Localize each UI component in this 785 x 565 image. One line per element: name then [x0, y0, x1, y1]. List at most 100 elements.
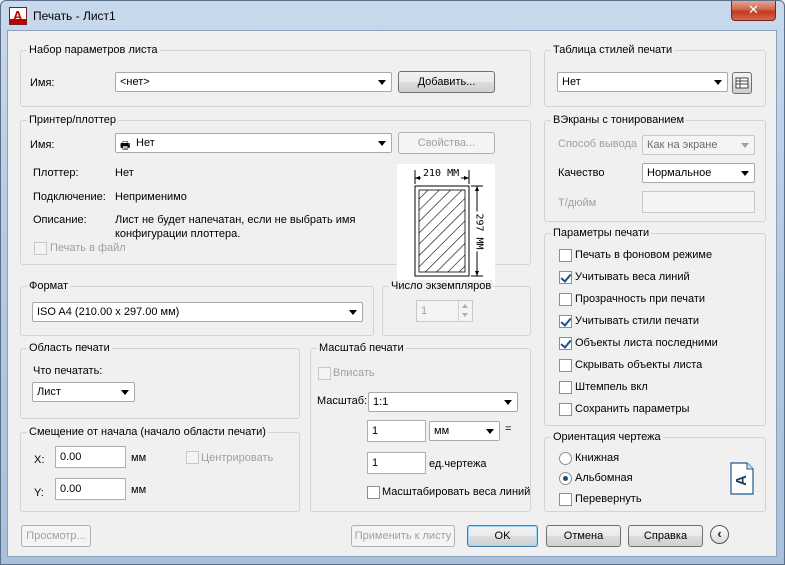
- spin-down-icon: [462, 313, 468, 317]
- landscape-label: Альбомная: [575, 472, 633, 484]
- scale-lineweights-label: Масштабировать веса линий: [382, 486, 531, 498]
- plot-option-checkbox[interactable]: [559, 249, 572, 262]
- close-icon: ✕: [748, 2, 759, 17]
- chevron-down-icon: [738, 166, 752, 180]
- landscape-radio[interactable]: [559, 472, 572, 485]
- scale-value1-input[interactable]: 1: [367, 420, 426, 442]
- scale-value2-input[interactable]: 1: [367, 452, 426, 474]
- shade-plot-label: Способ вывода: [558, 138, 637, 150]
- preview-button[interactable]: Просмотр...: [21, 525, 91, 547]
- offset-y-unit: мм: [131, 484, 147, 496]
- plot-option-checkbox[interactable]: [559, 381, 572, 394]
- window-title: Печать - Лист1: [33, 9, 116, 23]
- scale-unit-select[interactable]: мм: [429, 421, 500, 441]
- plot-scale-legend: Масштаб печати: [317, 342, 406, 354]
- plot-option-checkbox[interactable]: [559, 271, 572, 284]
- spin-up-icon: [462, 304, 468, 308]
- plot-option-checkbox[interactable]: [559, 293, 572, 306]
- fit-to-paper-checkbox[interactable]: [318, 367, 331, 380]
- upside-down-checkbox[interactable]: [559, 493, 572, 506]
- center-plot-label: Центрировать: [201, 452, 274, 464]
- edit-table-icon: [735, 77, 749, 89]
- dpi-input[interactable]: [642, 191, 755, 213]
- ok-button[interactable]: OK: [467, 525, 538, 547]
- shade-plot-select[interactable]: Как на экране: [642, 135, 755, 155]
- cancel-button[interactable]: Отмена: [546, 525, 621, 547]
- quality-label: Качество: [558, 167, 605, 179]
- plot-options-legend: Параметры печати: [551, 227, 652, 239]
- plotter-label: Плоттер:: [33, 167, 79, 179]
- orientation-legend: Ориентация чертежа: [551, 431, 663, 443]
- print-to-file-checkbox[interactable]: [34, 242, 47, 255]
- chevron-down-icon: [118, 385, 132, 399]
- portrait-radio[interactable]: [559, 452, 572, 465]
- portrait-label: Книжная: [575, 452, 620, 464]
- close-button[interactable]: ✕: [731, 1, 776, 21]
- plot-options-group: Параметры печати: [544, 227, 766, 426]
- printer-legend: Принтер/плоттер: [27, 114, 119, 126]
- print-to-file-label: Печать в файл: [50, 242, 126, 254]
- orientation-preview-icon: A: [730, 462, 754, 495]
- chevron-down-icon: [375, 75, 389, 89]
- autocad-app-icon: A: [9, 7, 27, 25]
- plot-option-checkbox[interactable]: [559, 315, 572, 328]
- drawing-units-label: ед.чертежа: [429, 458, 487, 470]
- page-setup-legend: Набор параметров листа: [27, 44, 160, 56]
- printer-properties-button[interactable]: Свойства...: [398, 132, 495, 154]
- paper-width-label: 210 MM: [421, 168, 462, 179]
- plot-option-label: Печать в фоновом режиме: [575, 249, 713, 261]
- printer-name-select[interactable]: 🖶 Нет: [115, 133, 392, 153]
- copies-spinner[interactable]: [458, 300, 472, 322]
- plot-option-checkbox[interactable]: [559, 337, 572, 350]
- page-setup-name-select[interactable]: <нет>: [115, 72, 392, 92]
- chevron-down-icon: [501, 395, 515, 409]
- help-button[interactable]: Справка: [628, 525, 703, 547]
- quality-select[interactable]: Нормальное: [642, 163, 755, 183]
- format-legend: Формат: [27, 280, 71, 292]
- paper-format-select[interactable]: ISO A4 (210.00 x 297.00 мм): [32, 302, 363, 322]
- plot-style-table-select[interactable]: Нет: [557, 72, 728, 92]
- plot-option-checkbox[interactable]: [559, 403, 572, 416]
- connection-value: Неприменимо: [115, 191, 187, 203]
- offset-x-input[interactable]: 0.00: [55, 446, 126, 468]
- scale-lineweights-checkbox[interactable]: [367, 486, 380, 499]
- edit-table-button[interactable]: [732, 72, 752, 94]
- plotter-value: Нет: [115, 167, 134, 179]
- plot-option-label: Учитывать веса линий: [575, 271, 690, 283]
- plot-option-label: Объекты листа последними: [575, 337, 718, 349]
- chevron-down-icon: [346, 305, 360, 319]
- title-bar[interactable]: A Печать - Лист1 ✕: [1, 1, 785, 31]
- plot-area-legend: Область печати: [27, 342, 112, 354]
- chevron-down-icon: [738, 138, 752, 152]
- offset-x-unit: мм: [131, 452, 147, 464]
- what-to-plot-select[interactable]: Лист: [32, 382, 135, 402]
- description-label: Описание:: [33, 214, 87, 226]
- center-plot-checkbox[interactable]: [186, 451, 199, 464]
- paper-height-label: 297 MM: [473, 211, 485, 252]
- dpi-label: Т/дюйм: [558, 197, 597, 209]
- plot-option-label: Штемпель вкл: [575, 381, 648, 393]
- copies-input[interactable]: 1: [416, 300, 473, 322]
- scale-label: Масштаб:: [317, 395, 368, 407]
- plot-option-label: Сохранить параметры: [575, 403, 690, 415]
- chevron-down-icon: [375, 136, 389, 150]
- offset-legend: Смещение от начала (начало области печат…: [27, 426, 268, 438]
- dialog-body: Набор параметров листа Имя: <нет> Добави…: [7, 30, 777, 557]
- add-page-setup-button[interactable]: Добавить...: [398, 71, 495, 93]
- apply-to-layout-button[interactable]: Применить к листу: [351, 525, 455, 547]
- chevron-down-icon: [483, 424, 497, 438]
- chevron-down-icon: [711, 75, 725, 89]
- paper-preview: 210 MM 297 MM: [397, 164, 495, 290]
- fit-to-paper-label: Вписать: [333, 367, 375, 379]
- what-to-plot-label: Что печатать:: [33, 365, 103, 377]
- shaded-viewport-legend: ВЭкраны с тонированием: [551, 114, 687, 126]
- copies-legend: Число экземпляров: [389, 280, 494, 292]
- offset-group: Смещение от начала (начало области печат…: [20, 426, 300, 512]
- plot-option-checkbox[interactable]: [559, 359, 572, 372]
- description-line1: Лист не будет напечатан, если не выбрать…: [115, 214, 356, 226]
- connection-label: Подключение:: [33, 191, 106, 203]
- scale-select[interactable]: 1:1: [368, 392, 518, 412]
- collapse-button[interactable]: ‹: [710, 525, 729, 544]
- offset-y-input[interactable]: 0.00: [55, 478, 126, 500]
- plot-option-label: Учитывать стили печати: [575, 315, 700, 327]
